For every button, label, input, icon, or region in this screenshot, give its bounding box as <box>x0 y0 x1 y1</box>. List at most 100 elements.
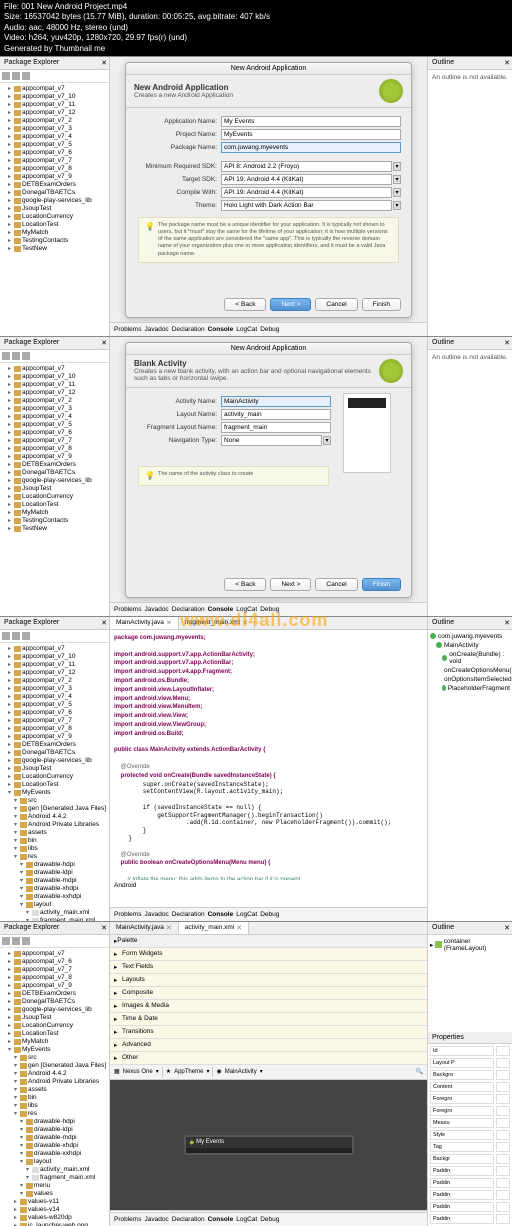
palette-category[interactable]: ▸Images & Media <box>110 1000 427 1013</box>
back-button[interactable]: < Back <box>224 298 266 311</box>
tree-item[interactable]: ▸appcompat_v7_2 <box>2 397 107 405</box>
tool-icon[interactable] <box>2 352 10 360</box>
tree-item[interactable]: ▸TestNew <box>2 525 107 533</box>
tab-activity-xml[interactable]: activity_main.xml✕ <box>179 922 249 934</box>
property-row[interactable]: Paddin <box>430 1178 510 1188</box>
tab-main-activity[interactable]: MainActivity.java✕ <box>110 922 179 934</box>
property-row[interactable]: Id <box>430 1046 510 1056</box>
tree-item[interactable]: ▸appcompat_v7_3 <box>2 405 107 413</box>
property-row[interactable]: Layout P <box>430 1058 510 1068</box>
tree-item[interactable]: ▸JsoupTest <box>2 205 107 213</box>
outline-item[interactable]: com.juwang.myevents <box>430 632 510 641</box>
tree-item[interactable]: ▸TestingContacts <box>2 517 107 525</box>
tree-item[interactable]: ▸ic_launcher-web.png <box>2 1222 107 1226</box>
tree-item[interactable]: ▾MyEvents <box>2 1046 107 1054</box>
property-row[interactable]: Paddin <box>430 1202 510 1212</box>
tree-item[interactable]: ▾drawable-xxhdpi <box>2 893 107 901</box>
tree-item[interactable]: ▸appcompat_v7_12 <box>2 669 107 677</box>
tree-item[interactable]: ▸DETBExamOrders <box>2 990 107 998</box>
tree-item[interactable]: ▸appcompat_v7_8 <box>2 445 107 453</box>
property-row[interactable]: Foregro <box>430 1094 510 1104</box>
close-icon[interactable]: ✕ <box>504 924 510 932</box>
tree-item[interactable]: ▸google-play-services_lib <box>2 477 107 485</box>
tab-problems[interactable]: Problems <box>114 326 141 333</box>
close-icon[interactable]: ✕ <box>236 924 242 932</box>
outline-item[interactable]: PlaceholderFragment <box>430 684 510 693</box>
app-name-input[interactable] <box>221 116 401 127</box>
proj-name-input[interactable] <box>221 129 401 140</box>
tab-javadoc[interactable]: Javadoc <box>144 326 168 333</box>
tree-item[interactable]: ▸LocationCurrency <box>2 213 107 221</box>
palette-category[interactable]: ▸Composite <box>110 987 427 1000</box>
menu-icon[interactable] <box>22 72 30 80</box>
property-row[interactable]: Backgr <box>430 1154 510 1164</box>
tree-item[interactable]: ▸appcompat_v7_8 <box>2 165 107 173</box>
tree-item[interactable]: ▾fragment_main.xml <box>2 1174 107 1182</box>
tree-item[interactable]: ▾gen [Generated Java Files] <box>2 805 107 813</box>
nav-type-select[interactable] <box>221 435 322 446</box>
property-row[interactable]: Backgro <box>430 1070 510 1080</box>
tree-item[interactable]: ▸TestingContacts <box>2 237 107 245</box>
tree-item[interactable]: ▸MyMatch <box>2 1038 107 1046</box>
tree-item[interactable]: ▸appcompat_v7_11 <box>2 101 107 109</box>
tree-item[interactable]: ▾Android 4.4.2 <box>2 813 107 821</box>
close-icon[interactable]: ✕ <box>504 339 510 347</box>
tree-item[interactable]: ▸appcompat_v7_8 <box>2 725 107 733</box>
close-icon[interactable]: ✕ <box>101 619 107 627</box>
outline-item[interactable]: onCreate(Bundle) : void <box>430 650 510 666</box>
close-icon[interactable]: ✕ <box>504 59 510 67</box>
tree-item[interactable]: ▸appcompat_v7_12 <box>2 109 107 117</box>
tree-item[interactable]: ▾menu <box>2 1182 107 1190</box>
tab-declaration[interactable]: Declaration <box>172 326 205 333</box>
lay-name-input[interactable] <box>221 409 331 420</box>
outline-root[interactable]: ▸container (FrameLayout) <box>430 937 510 953</box>
outline-item[interactable]: MainActivity <box>430 641 510 650</box>
tree-item[interactable]: ▸JsoupTest <box>2 485 107 493</box>
tree-item[interactable]: ▾MyEvents <box>2 789 107 797</box>
tree-item[interactable]: ▸MyMatch <box>2 229 107 237</box>
tree-item[interactable]: ▸appcompat_v7 <box>2 365 107 373</box>
activity-select[interactable]: MainActivity <box>225 1069 257 1075</box>
tree-item[interactable]: ▸appcompat_v7_5 <box>2 701 107 709</box>
tree-item[interactable]: ▾values <box>2 1190 107 1198</box>
property-row[interactable]: Paddin <box>430 1190 510 1200</box>
tree-item[interactable]: ▸appcompat_v7_7 <box>2 966 107 974</box>
tree-item[interactable]: ▾drawable-ldpi <box>2 1126 107 1134</box>
tree-item[interactable]: ▸appcompat_v7_3 <box>2 125 107 133</box>
tree-item[interactable]: ▾drawable-xxhdpi <box>2 1150 107 1158</box>
tree-item[interactable]: ▸appcompat_v7 <box>2 645 107 653</box>
tree-item[interactable]: ▸appcompat_v7_3 <box>2 685 107 693</box>
tree-item[interactable]: ▸google-play-services_lib <box>2 1006 107 1014</box>
min-sdk-select[interactable] <box>221 161 392 172</box>
tool-icon[interactable] <box>12 352 20 360</box>
tree-item[interactable]: ▸appcompat_v7_7 <box>2 157 107 165</box>
palette-category[interactable]: ▸Other <box>110 1052 427 1065</box>
back-button[interactable]: < Back <box>224 578 266 591</box>
finish-button[interactable]: Finish <box>362 298 401 311</box>
tree-item[interactable]: ▸appcompat_v7_6 <box>2 709 107 717</box>
tree-item[interactable]: ▾drawable-xhdpi <box>2 1142 107 1150</box>
tree-item[interactable]: ▾Android 4.4.2 <box>2 1070 107 1078</box>
link-icon[interactable] <box>12 72 20 80</box>
tab-main-activity[interactable]: MainActivity.java✕ <box>110 617 179 629</box>
tree-item[interactable]: ▾src <box>2 797 107 805</box>
tree-item[interactable]: ▸appcompat_v7_7 <box>2 437 107 445</box>
tree-item[interactable]: ▸appcompat_v7_7 <box>2 717 107 725</box>
tree-item[interactable]: ▸appcompat_v7_9 <box>2 733 107 741</box>
tree-item[interactable]: ▸LocationTest <box>2 221 107 229</box>
close-icon[interactable]: ✕ <box>101 59 107 67</box>
tree-item[interactable]: ▸DonegalTBAETCs <box>2 998 107 1006</box>
tree-item[interactable]: ▸appcompat_v7_9 <box>2 453 107 461</box>
next-button[interactable]: Next > <box>270 578 311 591</box>
outline-item[interactable]: onOptionsItemSelected(Men <box>430 675 510 684</box>
tree-item[interactable]: ▾drawable-mdpi <box>2 1134 107 1142</box>
tree-item[interactable]: ▸JsoupTest <box>2 765 107 773</box>
tree-item[interactable]: ▾drawable-ldpi <box>2 869 107 877</box>
tree-item[interactable]: ▾libs <box>2 845 107 853</box>
dropdown-icon[interactable]: ▾ <box>393 201 401 210</box>
tree-item[interactable]: ▾res <box>2 853 107 861</box>
palette-category[interactable]: ▸Layouts <box>110 974 427 987</box>
property-row[interactable]: Foregro <box>430 1106 510 1116</box>
tree-item[interactable]: ▸appcompat_v7_5 <box>2 421 107 429</box>
palette-category[interactable]: ▸Text Fields <box>110 961 427 974</box>
